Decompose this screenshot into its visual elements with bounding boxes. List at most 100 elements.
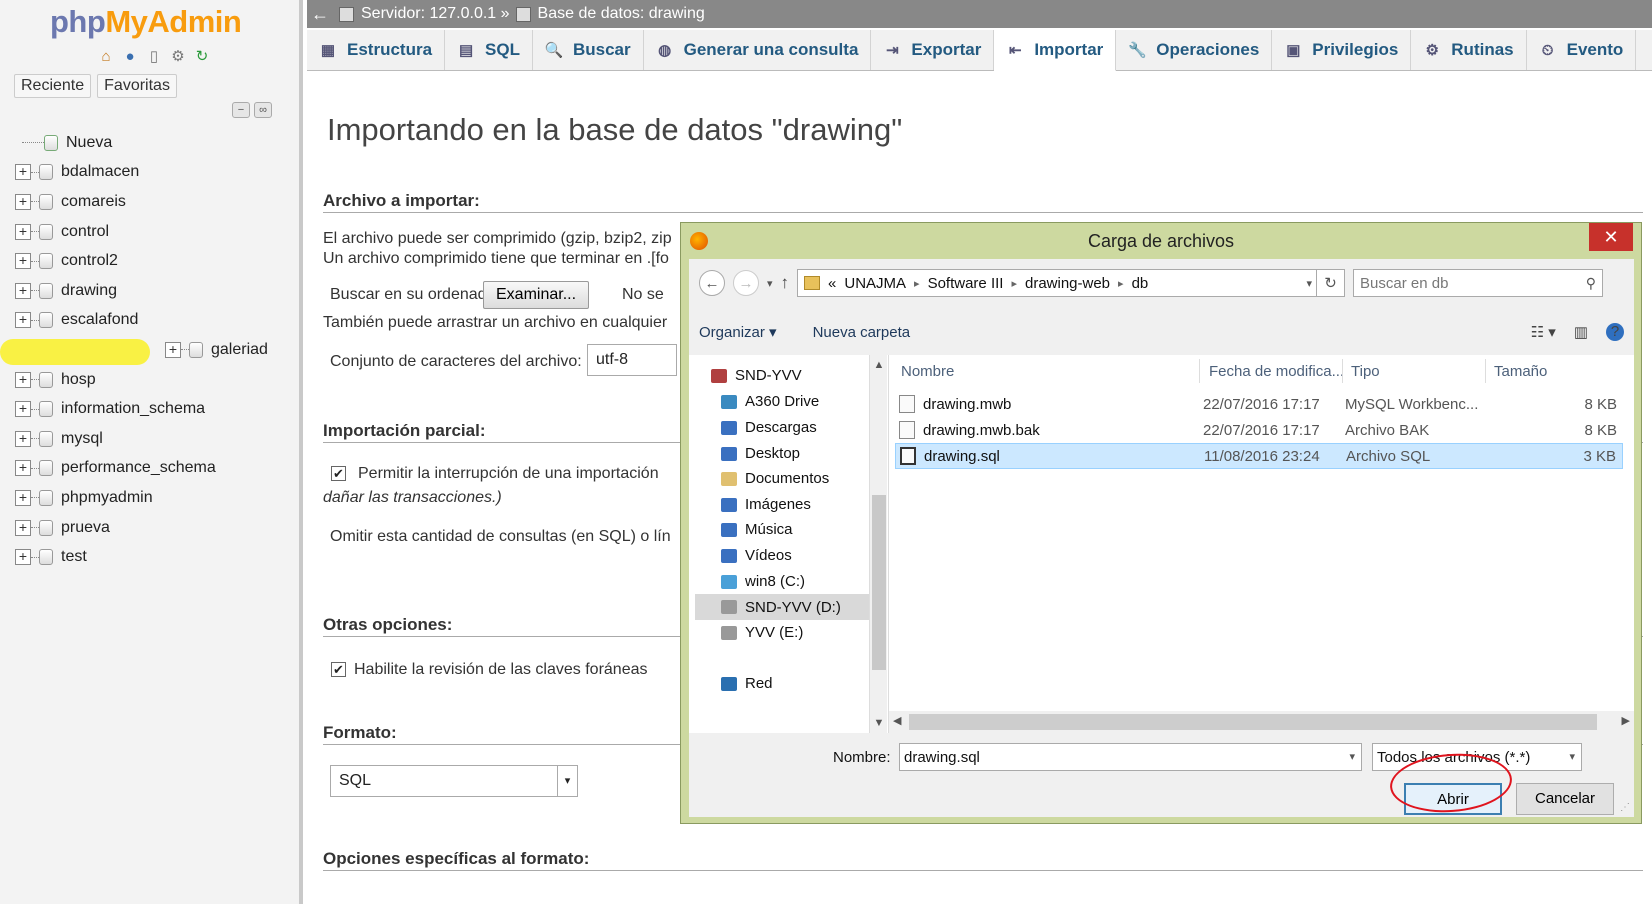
tree-item-database[interactable]: + control — [12, 217, 268, 247]
history-dropdown-icon[interactable]: ▾ — [767, 277, 773, 290]
tree-item-database[interactable]: + test — [12, 542, 268, 572]
column-header-type[interactable]: Tipo — [1351, 363, 1380, 380]
info-icon[interactable]: ● — [120, 46, 140, 66]
nav-pane-item[interactable]: SND-YVV (D:) — [695, 594, 869, 620]
refresh-icon[interactable]: ↻ — [1317, 269, 1346, 297]
tab-sql[interactable]: ▤ SQL — [445, 30, 533, 70]
path-segment[interactable]: drawing-web — [1025, 275, 1110, 292]
tab-estructura[interactable]: ▦ Estructura — [307, 30, 446, 70]
search-input[interactable]: Buscar en db ⚲ — [1353, 269, 1604, 297]
nav-pane-item[interactable]: A360 Drive — [721, 393, 819, 410]
expand-icon[interactable]: + — [15, 164, 31, 181]
tab-importar[interactable]: ⇤ Importar — [994, 30, 1117, 71]
expand-icon[interactable]: + — [15, 193, 31, 210]
browse-button[interactable]: Examinar... — [483, 281, 590, 309]
view-options-icon[interactable]: ☷ ▾ — [1531, 323, 1556, 341]
collapse-all-icon[interactable]: − — [232, 102, 250, 118]
file-row[interactable]: drawing.mwb 22/07/2016 17:17 MySQL Workben… — [895, 391, 1623, 417]
nav-pane-item[interactable]: Música — [721, 521, 793, 538]
tab-buscar[interactable]: 🔍 Buscar — [533, 30, 644, 70]
cancel-button[interactable]: Cancelar — [1516, 783, 1614, 815]
path-segment[interactable]: db — [1132, 275, 1149, 292]
tree-item-database[interactable]: + prueva — [12, 513, 268, 543]
phpmyadmin-logo[interactable]: phpMyAdmin — [50, 4, 242, 40]
tab-generar-una-consulta[interactable]: ◍ Generar una consulta — [644, 30, 872, 70]
nav-pane-item[interactable]: Red — [721, 675, 773, 692]
filename-input[interactable]: drawing.sql ▾ — [899, 743, 1362, 771]
settings-icon[interactable]: ⚙ — [168, 46, 188, 66]
tab-exportar[interactable]: ⇥ Exportar — [871, 30, 995, 70]
expand-icon[interactable]: + — [15, 371, 31, 388]
file-type-select[interactable]: Todos los archivos (*.*) ▾ — [1372, 743, 1582, 771]
tree-item-database[interactable]: + escalafond — [12, 306, 268, 336]
resize-grip[interactable]: ⋰ — [1620, 802, 1630, 813]
tab-evento[interactable]: ⏲ Evento — [1527, 30, 1637, 70]
expand-icon[interactable]: + — [15, 223, 31, 240]
new-folder-button[interactable]: Nueva carpeta — [813, 324, 911, 341]
favorites-tab[interactable]: Favoritas — [97, 74, 177, 98]
back-arrow-icon[interactable]: ← — [307, 4, 333, 25]
up-folder-icon[interactable]: ↑ — [781, 273, 790, 293]
forward-icon[interactable]: → — [733, 270, 759, 296]
preview-pane-icon[interactable]: ▥ — [1574, 323, 1588, 341]
nav-scrollbar[interactable]: ▲ ▼ — [869, 355, 887, 733]
address-bar[interactable]: « UNAJMA ▸ Software III ▸ drawing-web ▸ db ▾ — [797, 269, 1318, 297]
expand-icon[interactable]: + — [15, 312, 31, 329]
open-button[interactable]: Abrir — [1404, 783, 1502, 815]
tree-item-database[interactable]: + galeriad — [0, 335, 268, 365]
foreign-key-checkbox[interactable]: ✔ — [331, 662, 346, 677]
file-row[interactable]: drawing.mwb.bak 22/07/2016 17:17 Archivo B… — [895, 417, 1623, 443]
expand-icon[interactable]: + — [15, 401, 31, 418]
column-header-date[interactable]: Fecha de modifica... — [1209, 363, 1344, 380]
tab-privilegios[interactable]: ▣ Privilegios — [1272, 30, 1412, 70]
breadcrumb-database[interactable]: Base de datos: drawing — [515, 5, 705, 23]
nav-pane-item[interactable]: YVV (E:) — [721, 624, 803, 641]
expand-icon[interactable]: + — [15, 282, 31, 299]
expand-icon[interactable]: + — [15, 253, 31, 270]
expand-icon[interactable]: + — [15, 460, 31, 477]
path-separator-icon[interactable]: ▸ — [914, 277, 920, 290]
home-icon[interactable]: ⌂ — [96, 46, 116, 66]
nav-pane-item[interactable]: Imágenes — [721, 496, 811, 513]
nav-pane-item[interactable]: Descargas — [721, 419, 817, 436]
nav-pane-item[interactable]: Desktop — [721, 445, 800, 462]
tree-item-database[interactable]: + mysql — [12, 424, 268, 454]
file-row[interactable]: drawing.sql 11/08/2016 23:24 Archivo SQL 3 … — [895, 443, 1623, 469]
path-segment[interactable]: Software III — [928, 275, 1004, 292]
allow-interrupt-checkbox[interactable]: ✔ — [331, 466, 346, 481]
back-icon[interactable]: ← — [699, 270, 725, 296]
path-segment[interactable]: UNAJMA — [844, 275, 906, 292]
expand-icon[interactable]: + — [15, 519, 31, 536]
tree-item-database[interactable]: + information_schema — [12, 394, 268, 424]
file-list-scrollbar[interactable]: ◀ ▶ — [889, 711, 1634, 733]
expand-icon[interactable]: + — [165, 341, 181, 358]
expand-icon[interactable]: + — [15, 489, 31, 506]
expand-icon[interactable]: + — [15, 549, 31, 566]
path-separator-icon[interactable]: ▸ — [1011, 277, 1017, 290]
recent-tab[interactable]: Reciente — [14, 74, 92, 98]
expand-icon[interactable]: + — [15, 430, 31, 447]
column-header-size[interactable]: Tamaño — [1494, 363, 1547, 380]
link-icon[interactable]: ∞ — [254, 102, 272, 118]
tree-item-database[interactable]: + phpmyadmin — [12, 483, 268, 513]
help-icon[interactable]: ? — [1606, 323, 1624, 341]
tree-item-database[interactable]: + comareis — [12, 187, 268, 217]
breadcrumb-server[interactable]: Servidor: 127.0.0.1 » — [339, 5, 510, 23]
nav-pane-item[interactable]: Vídeos — [721, 547, 792, 564]
reload-icon[interactable]: ↻ — [192, 46, 212, 66]
tree-item-new[interactable]: Nueva — [12, 128, 268, 158]
tab-rutinas[interactable]: ⚙ Rutinas — [1411, 30, 1527, 70]
tree-item-database[interactable]: + control2 — [12, 246, 268, 276]
column-header-name[interactable]: Nombre — [901, 363, 954, 380]
nav-pane-item[interactable]: win8 (C:) — [721, 573, 805, 590]
nav-pane-item[interactable]: Documentos — [721, 470, 829, 487]
dialog-close-button[interactable]: ✕ — [1589, 223, 1633, 251]
tree-item-database[interactable]: + bdalmacen — [12, 158, 268, 188]
format-select[interactable]: SQL ▾ — [330, 765, 578, 797]
tab-operaciones[interactable]: 🔧 Operaciones — [1116, 30, 1273, 70]
charset-select[interactable]: utf-8 — [587, 344, 677, 376]
docs-icon[interactable]: ▯ — [144, 46, 164, 66]
tree-item-database[interactable]: + hosp — [12, 365, 268, 395]
tree-item-database[interactable]: + drawing — [12, 276, 268, 306]
tree-item-database[interactable]: + performance_schema — [12, 454, 268, 484]
